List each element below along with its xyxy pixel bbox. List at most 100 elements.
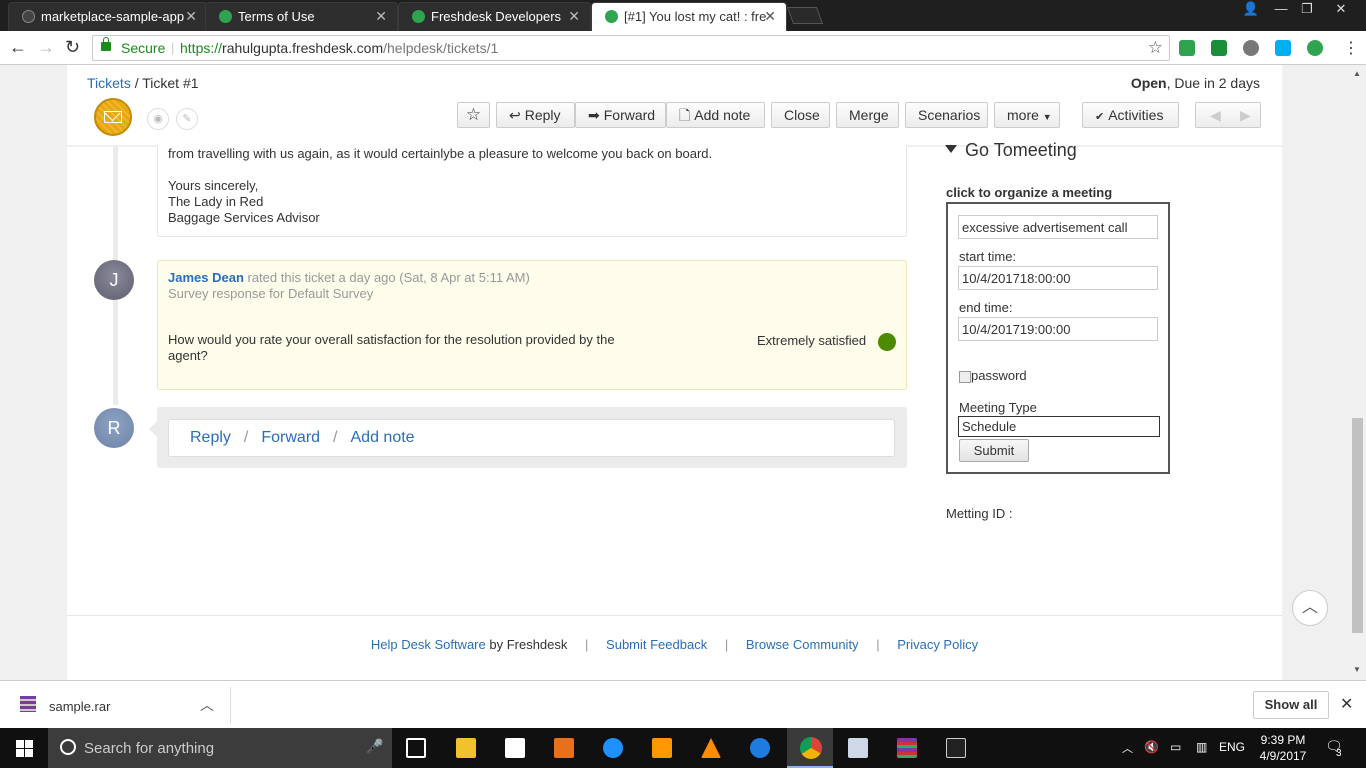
file-explorer-icon[interactable] bbox=[456, 738, 476, 758]
system-clock[interactable]: 9:39 PM 4/9/2017 bbox=[1258, 732, 1308, 764]
store-icon[interactable] bbox=[505, 738, 525, 758]
extension-m-icon[interactable] bbox=[1211, 40, 1227, 56]
clock-time: 9:39 PM bbox=[1260, 733, 1306, 747]
microphone-icon[interactable]: 🎤 bbox=[366, 738, 383, 755]
tab-title: Terms of Use bbox=[238, 9, 315, 24]
reply-icon: ↩ bbox=[509, 107, 521, 123]
edge-icon[interactable] bbox=[750, 738, 770, 758]
vlc-icon[interactable] bbox=[701, 738, 721, 758]
language-indicator[interactable]: ENG bbox=[1219, 740, 1245, 754]
battery-icon[interactable]: ▭ bbox=[1170, 740, 1181, 754]
more-button[interactable]: more ▼ bbox=[994, 102, 1060, 128]
avatar: R bbox=[94, 408, 134, 448]
taskbar-search[interactable]: Search for anything 🎤 bbox=[48, 728, 392, 768]
profile-icon[interactable]: 👤 bbox=[1238, 0, 1264, 20]
back-icon[interactable]: ← bbox=[9, 38, 27, 56]
tab-ticket[interactable]: [#1] You lost my cat! : fre ✕ bbox=[591, 2, 787, 31]
close-tab-icon[interactable]: ✕ bbox=[764, 3, 776, 30]
scroll-to-top-button[interactable]: ︿ bbox=[1292, 590, 1328, 626]
prev-ticket-icon[interactable]: ◀ bbox=[1210, 103, 1221, 127]
requester-name-link[interactable]: James Dean bbox=[168, 270, 244, 285]
privacy-policy-link[interactable]: Privacy Policy bbox=[897, 637, 978, 652]
close-tab-icon[interactable]: ✕ bbox=[185, 3, 197, 30]
freshdesk-icon bbox=[605, 10, 618, 23]
reply-box: Reply / Forward / Add note bbox=[157, 407, 907, 468]
app-title[interactable]: Go Tomeeting bbox=[945, 140, 1077, 161]
eye-icon[interactable]: ◉ bbox=[147, 108, 169, 130]
close-tab-icon[interactable]: ✕ bbox=[375, 3, 387, 30]
winrar-icon[interactable] bbox=[897, 738, 917, 758]
scroll-up-icon[interactable]: ▲ bbox=[1353, 69, 1361, 78]
new-tab-button[interactable] bbox=[786, 7, 824, 24]
internet-explorer-icon[interactable] bbox=[603, 738, 623, 758]
message-text: from travelling with us again, as it wou… bbox=[168, 146, 713, 161]
edit-icon[interactable]: ✎ bbox=[176, 108, 198, 130]
password-checkbox[interactable] bbox=[959, 371, 971, 383]
tab-marketplace[interactable]: marketplace-sample-app ✕ bbox=[8, 2, 208, 31]
reply-button[interactable]: ↩ Reply bbox=[496, 102, 575, 128]
forward-button[interactable]: ➡ Forward bbox=[575, 102, 666, 128]
forward-link[interactable]: Forward bbox=[261, 429, 320, 446]
scenarios-button[interactable]: Scenarios bbox=[905, 102, 988, 128]
tab-terms[interactable]: Terms of Use ✕ bbox=[205, 2, 398, 31]
merge-button[interactable]: Merge bbox=[836, 102, 899, 128]
close-icon[interactable]: ✕ bbox=[1340, 694, 1353, 714]
star-ticket-button[interactable]: ☆ bbox=[457, 102, 490, 128]
skype-icon[interactable] bbox=[1275, 40, 1291, 56]
extension-check-icon[interactable] bbox=[1179, 40, 1195, 56]
close-tab-icon[interactable]: ✕ bbox=[568, 3, 580, 30]
caret-down-icon bbox=[945, 145, 957, 153]
meeting-subject-input[interactable] bbox=[958, 215, 1158, 239]
chrome-taskbar-button[interactable] bbox=[787, 728, 833, 768]
document-viewer-icon[interactable] bbox=[848, 738, 868, 758]
tray-overflow-icon[interactable]: ︿ bbox=[1122, 740, 1133, 756]
reload-icon[interactable]: ↻ bbox=[65, 38, 80, 56]
menu-icon[interactable]: ⋮ bbox=[1343, 40, 1359, 58]
next-ticket-icon[interactable]: ▶ bbox=[1240, 103, 1251, 127]
speaker-muted-icon[interactable]: 🔇 bbox=[1144, 740, 1159, 754]
scroll-down-icon[interactable]: ▼ bbox=[1353, 665, 1361, 674]
add-note-link[interactable]: Add note bbox=[351, 429, 415, 446]
activities-button[interactable]: ✔ Activities bbox=[1082, 102, 1179, 128]
page-scrollbar[interactable]: ▲ ▼ bbox=[1349, 65, 1366, 680]
media-player-icon[interactable] bbox=[554, 738, 574, 758]
ticket-source-email-icon bbox=[94, 98, 132, 136]
reply-link[interactable]: Reply bbox=[190, 429, 231, 446]
url-text[interactable]: https://rahulgupta.freshdesk.com/helpdes… bbox=[180, 40, 498, 56]
network-icon[interactable]: ▥ bbox=[1196, 740, 1207, 754]
helpdesk-software-link[interactable]: Help Desk Software bbox=[371, 637, 486, 652]
submit-feedback-link[interactable]: Submit Feedback bbox=[606, 637, 707, 652]
freshdesk-icon bbox=[412, 10, 425, 23]
windows-start-button[interactable] bbox=[0, 728, 48, 768]
browse-community-link[interactable]: Browse Community bbox=[746, 637, 859, 652]
scrollbar-thumb[interactable] bbox=[1352, 418, 1363, 633]
separator: | bbox=[171, 40, 175, 55]
start-time-input[interactable] bbox=[958, 266, 1158, 290]
close-window-button[interactable]: ✕ bbox=[1328, 0, 1354, 20]
task-view-icon[interactable] bbox=[406, 738, 426, 758]
submit-button[interactable]: Submit bbox=[959, 439, 1029, 462]
chevron-up-icon[interactable]: ︿ bbox=[200, 695, 214, 715]
restore-button[interactable]: ❐ bbox=[1294, 0, 1320, 20]
due-label: , Due in 2 days bbox=[1166, 75, 1260, 91]
star-icon: ☆ bbox=[465, 105, 482, 124]
command-prompt-icon[interactable] bbox=[946, 738, 966, 758]
minimize-button[interactable]: — bbox=[1268, 0, 1294, 20]
forward-icon[interactable]: → bbox=[37, 38, 55, 56]
end-time-input[interactable] bbox=[958, 317, 1158, 341]
tab-developers[interactable]: Freshdesk Developers ✕ bbox=[398, 2, 591, 31]
breadcrumb-tickets-link[interactable]: Tickets bbox=[87, 75, 131, 91]
download-filename[interactable]: sample.rar bbox=[49, 699, 110, 714]
bookmark-star-icon[interactable]: ☆ bbox=[1148, 38, 1163, 58]
sublime-text-icon[interactable] bbox=[652, 738, 672, 758]
divider bbox=[230, 687, 231, 723]
address-bar[interactable]: Secure | https://rahulgupta.freshdesk.co… bbox=[92, 35, 1170, 61]
add-note-button[interactable]: 🗋 Add note bbox=[666, 102, 765, 128]
meeting-type-input[interactable] bbox=[958, 416, 1160, 437]
show-all-button[interactable]: Show all bbox=[1253, 691, 1329, 719]
extension-drive-icon[interactable] bbox=[1243, 40, 1259, 56]
freshdesk-extension-icon[interactable] bbox=[1307, 40, 1323, 56]
close-ticket-button[interactable]: Close bbox=[771, 102, 830, 128]
rar-file-icon bbox=[20, 696, 36, 712]
clock-date: 4/9/2017 bbox=[1259, 749, 1307, 763]
